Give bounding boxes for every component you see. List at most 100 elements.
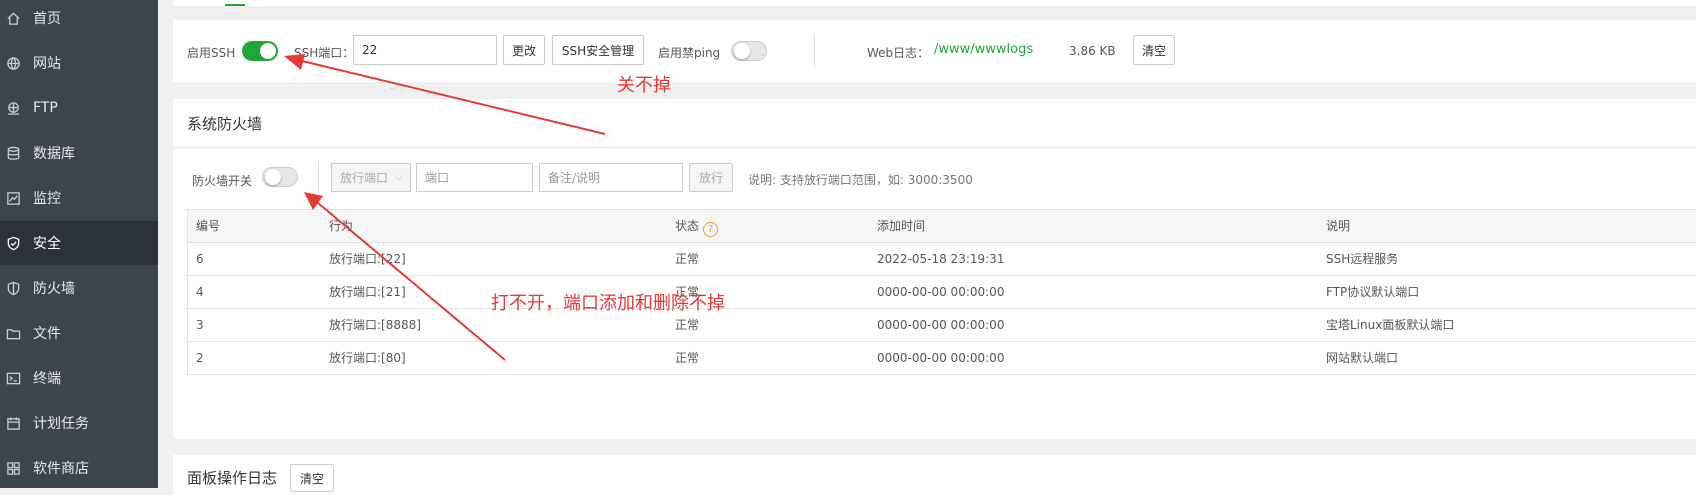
column-header-time: 添加时间 xyxy=(877,219,926,233)
ssh-port-label: SSH端口： xyxy=(294,46,355,60)
cell-id: 3 xyxy=(196,318,204,332)
monitor-icon xyxy=(5,190,21,206)
apps-grid-icon xyxy=(5,460,21,476)
toggle-knob xyxy=(734,43,750,59)
cell-id: 6 xyxy=(196,252,204,266)
cell-action: 放行端口:[80] xyxy=(329,351,406,365)
annotation-ssh-note: 关不掉 xyxy=(617,75,671,96)
cell-action: 放行端口:[22] xyxy=(329,252,406,266)
sidebar-item-label: 首页 xyxy=(33,11,61,27)
sidebar-item-label: 软件商店 xyxy=(33,461,89,477)
shield-check-icon xyxy=(5,235,21,251)
sidebar-item-label: 文件 xyxy=(33,326,61,342)
sidebar-item-terminal[interactable]: 终端 xyxy=(0,356,158,400)
sidebar-item-label: FTP xyxy=(33,100,58,116)
firewall-switch-label: 防火墙开关 xyxy=(192,174,253,188)
cell-time: 0000-00-00 00:00:00 xyxy=(877,351,1005,365)
toggle-knob xyxy=(260,43,276,59)
cell-action: 放行端口:[8888] xyxy=(329,318,421,332)
ftp-icon xyxy=(5,100,21,116)
table-row[interactable]: 2 放行端口:[80] 正常 0000-00-00 00:00:00 网站默认端… xyxy=(187,342,1696,375)
firewall-rules-table: 编号 行为 状态? 添加时间 说明 6 放行端口:[22] 正常 2022-05… xyxy=(187,209,1696,375)
column-header-action: 行为 xyxy=(329,219,354,233)
ping-toggle[interactable] xyxy=(731,41,767,61)
weblog-size: 3.86 KB xyxy=(1069,44,1116,58)
terminal-icon xyxy=(5,370,21,386)
cell-desc: FTP协议默认端口 xyxy=(1326,285,1420,299)
cell-desc: 宝塔Linux面板默认端口 xyxy=(1326,318,1455,332)
sidebar-item-label: 计划任务 xyxy=(33,416,89,432)
weblog-label: Web日志： xyxy=(867,46,930,60)
allow-port-button[interactable]: 放行 xyxy=(689,163,733,192)
sidebar-item-label: 安全 xyxy=(33,236,61,252)
chevron-down-icon: ⌵ xyxy=(395,172,402,183)
cell-desc: SSH远程服务 xyxy=(1326,252,1399,266)
cell-time: 0000-00-00 00:00:00 xyxy=(877,285,1005,299)
firewall-hint: 说明: 支持放行端口范围，如: 3000:3500 xyxy=(748,173,973,187)
table-header-row: 编号 行为 状态? 添加时间 说明 xyxy=(187,210,1696,243)
home-icon xyxy=(5,10,21,26)
divider xyxy=(173,147,1696,148)
sidebar-item-label: 防火墙 xyxy=(33,281,75,297)
firewall-title: 系统防火墙 xyxy=(187,115,263,133)
sidebar-item-database[interactable]: 数据库 xyxy=(0,131,158,175)
annotation-firewall-note: 打不开，端口添加和删除不掉 xyxy=(491,293,725,314)
weblog-path-link[interactable]: /www/wwwlogs xyxy=(934,42,1033,57)
ping-label: 启用禁ping xyxy=(658,46,721,60)
sidebar-item-label: 数据库 xyxy=(33,146,75,162)
sidebar-item-security[interactable]: 安全 xyxy=(0,221,158,265)
ssh-port-input[interactable] xyxy=(353,35,497,65)
sidebar-item-monitor[interactable]: 监控 xyxy=(0,176,158,220)
cell-time: 0000-00-00 00:00:00 xyxy=(877,318,1005,332)
ssh-security-button[interactable]: SSH安全管理 xyxy=(552,35,644,65)
sidebar-item-label: 终端 xyxy=(33,371,61,387)
table-row[interactable]: 6 放行端口:[22] 正常 2022-05-18 23:19:31 SSH远程… xyxy=(187,243,1696,276)
ssh-settings-card: 启用SSH SSH端口： 更改 SSH安全管理 启用禁ping Web日志： /… xyxy=(173,20,1696,82)
database-icon xyxy=(5,145,21,161)
port-input[interactable] xyxy=(416,163,533,192)
calendar-icon xyxy=(5,415,21,431)
help-icon[interactable]: ? xyxy=(703,222,719,237)
sidebar-item-firewall[interactable]: 防火墙 xyxy=(0,266,158,310)
cell-status: 正常 xyxy=(675,252,700,266)
column-header-status: 状态? xyxy=(675,210,719,243)
toggle-knob xyxy=(265,169,281,185)
sidebar-item-home[interactable]: 首页 xyxy=(0,0,158,40)
sidebar-item-website[interactable]: 网站 xyxy=(0,41,158,85)
column-header-desc: 说明 xyxy=(1326,219,1351,233)
note-input[interactable] xyxy=(539,163,683,192)
panel-log-title: 面板操作日志 xyxy=(187,469,278,487)
cell-id: 2 xyxy=(196,351,204,365)
select-value: 放行端口 xyxy=(340,171,389,185)
cell-desc: 网站默认端口 xyxy=(1326,351,1399,365)
firewall-shield-icon xyxy=(5,280,21,296)
cell-action: 放行端口:[21] xyxy=(329,285,406,299)
column-header-id: 编号 xyxy=(196,219,221,233)
status-header-text: 状态 xyxy=(675,219,700,233)
sidebar-item-ftp[interactable]: FTP xyxy=(0,86,158,130)
main-content: 启用SSH SSH端口： 更改 SSH安全管理 启用禁ping Web日志： /… xyxy=(158,0,1696,495)
enable-ssh-label: 启用SSH xyxy=(187,46,236,60)
sidebar-item-label: 监控 xyxy=(33,191,61,207)
port-action-select[interactable]: 放行端口 ⌵ xyxy=(331,163,411,192)
change-port-button[interactable]: 更改 xyxy=(503,35,545,65)
ssh-toggle[interactable] xyxy=(242,41,278,61)
divider xyxy=(318,161,319,193)
firewall-toggle[interactable] xyxy=(262,167,298,187)
sidebar: 首页 网站 FTP 数据库 监控 安全 防火墙 文件 终端 计划任务 软件商店 xyxy=(0,0,158,488)
clear-weblog-button[interactable]: 清空 xyxy=(1133,35,1175,65)
cell-time: 2022-05-18 23:19:31 xyxy=(877,252,1005,266)
globe-icon xyxy=(5,55,21,71)
table-row[interactable]: 4 放行端口:[21] 正常 0000-00-00 00:00:00 FTP协议… xyxy=(187,276,1696,309)
cell-id: 4 xyxy=(196,285,204,299)
sidebar-item-files[interactable]: 文件 xyxy=(0,311,158,355)
tab-strip xyxy=(173,0,1696,6)
panel-log-card: 面板操作日志 清空 xyxy=(173,455,1696,495)
folder-icon xyxy=(5,325,21,341)
table-row[interactable]: 3 放行端口:[8888] 正常 0000-00-00 00:00:00 宝塔L… xyxy=(187,309,1696,342)
firewall-card: 系统防火墙 防火墙开关 放行端口 ⌵ 放行 说明: 支持放行端口范围，如: 30… xyxy=(173,99,1696,439)
sidebar-item-app-store[interactable]: 软件商店 xyxy=(0,446,158,490)
sidebar-item-cron[interactable]: 计划任务 xyxy=(0,401,158,445)
active-tab-underline xyxy=(225,4,245,6)
divider xyxy=(814,35,815,67)
